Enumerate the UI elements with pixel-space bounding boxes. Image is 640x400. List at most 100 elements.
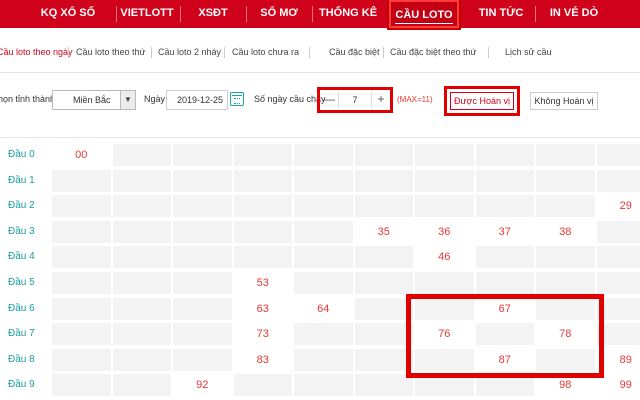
- calendar-icon[interactable]: [230, 92, 244, 106]
- nav-vietlott[interactable]: VIETLOTT: [118, 0, 176, 28]
- subnav-lich-su-cau[interactable]: Lịch sử cầu: [505, 47, 552, 57]
- grid-cell: [294, 323, 353, 346]
- grid-cell: 46: [415, 246, 474, 269]
- grid-cell: [112, 246, 171, 269]
- province-value: Miền Bắc: [73, 95, 111, 105]
- nav-tin-tuc[interactable]: TIN TỨC: [470, 0, 532, 28]
- subnav-cau-loto-theo-thu[interactable]: Cầu loto theo thứ: [76, 47, 146, 57]
- grid-cell: [173, 297, 232, 320]
- grid-cell: [536, 195, 595, 218]
- days-value[interactable]: 7: [338, 92, 372, 108]
- grid-cell: 53: [233, 272, 292, 294]
- grid-cell: 73: [233, 323, 292, 346]
- nav-thong-ke[interactable]: THỐNG KÊ: [314, 0, 382, 28]
- grid-cell: [596, 169, 640, 192]
- row-label: Đầu 6: [8, 302, 35, 314]
- row-label: Đầu 1: [8, 174, 35, 186]
- days-stepper[interactable]: — 7 +: [322, 92, 388, 108]
- grid-cell: [112, 144, 171, 166]
- grid-cell: [415, 272, 474, 294]
- row-label: Đầu 2: [8, 200, 35, 212]
- grid-cell: [536, 272, 595, 294]
- grid-cell: [294, 195, 353, 218]
- row-label: Đầu 4: [8, 251, 35, 263]
- subnav-cau-dac-biet-theo-thu[interactable]: Cầu đặc biệt theo thứ: [390, 47, 477, 57]
- nav-in-ve-do[interactable]: IN VÉ DÒ: [540, 0, 608, 28]
- grid-cell: [52, 195, 111, 218]
- grid-cell: [173, 246, 232, 269]
- grid-cell: [52, 272, 111, 294]
- grid-cell: [354, 297, 413, 320]
- grid-cell: [112, 169, 171, 192]
- grid-cell: [596, 246, 640, 269]
- grid-cell: [475, 144, 534, 166]
- subnav-divider: [68, 47, 69, 58]
- grid-cell: [354, 169, 413, 192]
- grid-cell: 83: [233, 348, 292, 371]
- nav-divider: [535, 6, 536, 22]
- grid-cell: [52, 220, 111, 243]
- nav-xsdt[interactable]: XSĐT: [184, 0, 242, 28]
- row-label: Đầu 5: [8, 277, 35, 288]
- chevron-down-icon[interactable]: ▼: [120, 91, 135, 109]
- grid-cell: [354, 144, 413, 166]
- grid-cell: [475, 195, 534, 218]
- hoan-vi-highlight: Được Hoán vị: [444, 86, 520, 116]
- grid-cell: 35: [354, 220, 413, 243]
- grid-cell: [536, 246, 595, 269]
- subnav-divider: [151, 47, 152, 58]
- nav-divider: [246, 6, 247, 22]
- days-stepper-highlight: — 7 +: [317, 87, 393, 113]
- nav-kq-xo-so[interactable]: KQ XỔ SỐ: [26, 0, 110, 28]
- grid-cell: [173, 323, 232, 346]
- subnav-divider: [488, 47, 489, 58]
- subnav-cau-loto-theo-ngay[interactable]: Cầu loto theo ngày: [0, 47, 73, 57]
- grid-cell: [475, 169, 534, 192]
- subnav-cau-dac-biet[interactable]: Cầu đặc biệt: [329, 47, 380, 57]
- grid-cell: [596, 144, 640, 166]
- grid-cell: [596, 220, 640, 243]
- grid-cell: [294, 374, 353, 397]
- grid-cell: [596, 272, 640, 294]
- nav-divider: [312, 6, 313, 22]
- grid-cell: [354, 246, 413, 269]
- grid-cell: [233, 169, 292, 192]
- province-select[interactable]: Miền Bắc ▼: [52, 90, 136, 110]
- grid-cell: [354, 195, 413, 218]
- grid-cell: [173, 220, 232, 243]
- max-note: (MAX=11): [397, 95, 433, 104]
- subnav-divider: [383, 47, 384, 58]
- grid-cell: [233, 374, 292, 397]
- grid-cell: [354, 323, 413, 346]
- row-label: Đầu 3: [8, 225, 35, 237]
- grid-cell: [233, 220, 292, 243]
- nav-so-mo[interactable]: SỔ MƠ: [250, 0, 308, 28]
- grid-cell: [112, 272, 171, 294]
- grid-cell: [52, 246, 111, 269]
- nav-cau-loto[interactable]: CẦU LOTO: [387, 0, 461, 30]
- grid-cell: 63: [233, 297, 292, 320]
- grid-cell: [52, 374, 111, 397]
- grid-cell: [536, 169, 595, 192]
- minus-button[interactable]: —: [322, 92, 336, 108]
- row-label: Đầu 9: [8, 379, 35, 391]
- grid-cell: [475, 272, 534, 294]
- grid-cell: [415, 144, 474, 166]
- days-label: Số ngày cầu chạy: [254, 94, 326, 104]
- grid-cell: [294, 220, 353, 243]
- date-input[interactable]: 2019-12-25: [166, 90, 228, 110]
- grid-cell: [112, 323, 171, 346]
- grid-cell: 38: [536, 220, 595, 243]
- grid-cell: [173, 169, 232, 192]
- subnav-cau-loto-chua-ra[interactable]: Cầu loto chưa ra: [232, 47, 299, 57]
- duoc-hoan-vi-button[interactable]: Được Hoán vị: [450, 92, 514, 110]
- khong-hoan-vi-button[interactable]: Không Hoán vị: [530, 92, 598, 110]
- grid-cell: [112, 297, 171, 320]
- grid-cell: 92: [173, 374, 232, 397]
- plus-button[interactable]: +: [374, 92, 388, 108]
- grid-cell: [415, 195, 474, 218]
- grid-cell: [173, 144, 232, 166]
- subnav-cau-loto-2-nhay[interactable]: Cầu loto 2 nháy: [158, 47, 221, 57]
- grid-cell: [354, 374, 413, 397]
- grid-cell: [233, 144, 292, 166]
